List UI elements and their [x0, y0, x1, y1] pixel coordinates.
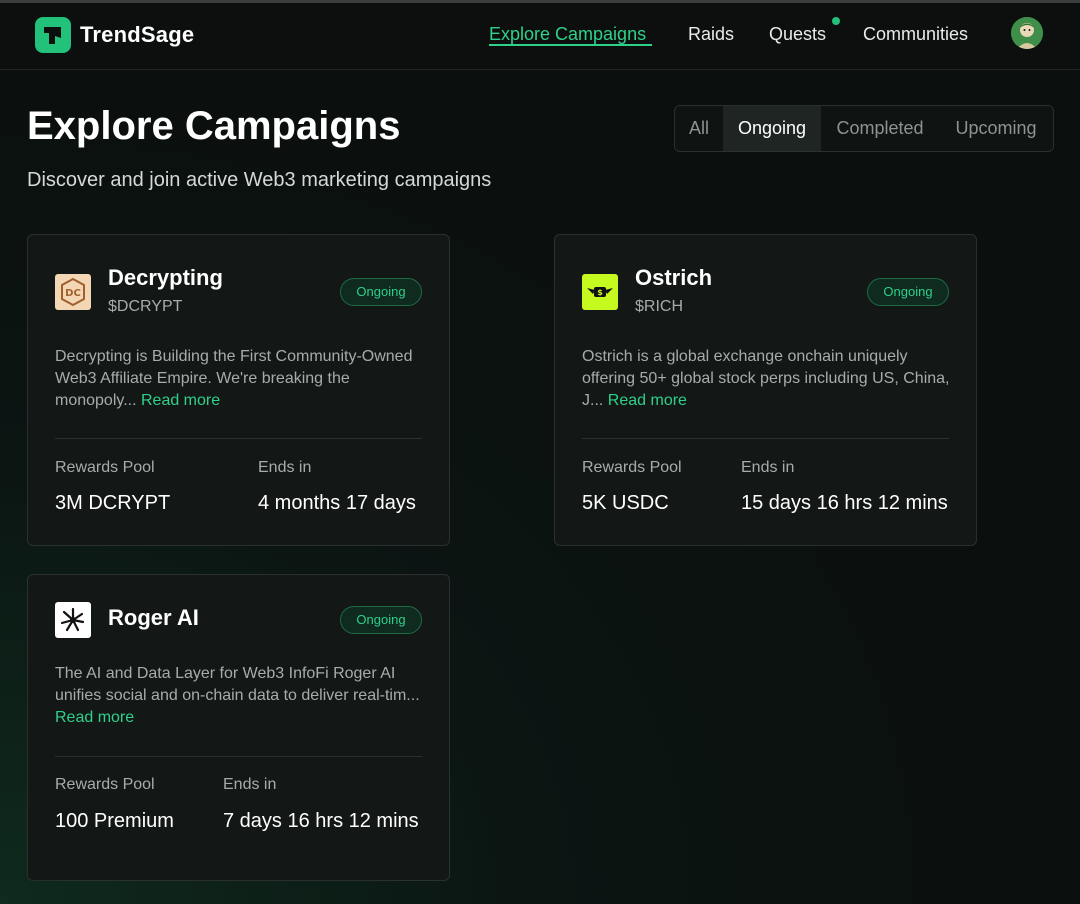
card-divider — [582, 438, 949, 439]
filter-completed[interactable]: Completed — [821, 106, 939, 151]
top-navbar: TrendSage Explore Campaigns Raids Quests… — [0, 3, 1080, 70]
campaign-ticker: $RICH — [635, 298, 684, 315]
page-title: Explore Campaigns — [27, 104, 401, 148]
campaign-description: The AI and Data Layer for Web3 InfoFi Ro… — [55, 663, 425, 729]
campaign-description: Decrypting is Building the First Communi… — [55, 346, 425, 412]
status-badge: Ongoing — [340, 606, 422, 634]
filter-upcoming[interactable]: Upcoming — [939, 106, 1053, 151]
filter-all[interactable]: All — [675, 106, 723, 151]
page-subtitle: Discover and join active Web3 marketing … — [27, 169, 492, 191]
nav-communities[interactable]: Communities — [863, 24, 968, 45]
brand-name[interactable]: TrendSage — [80, 22, 194, 48]
nav-explore-campaigns[interactable]: Explore Campaigns — [489, 24, 646, 45]
status-badge: Ongoing — [867, 278, 949, 306]
campaign-description: Ostrich is a global exchange onchain uni… — [582, 346, 952, 412]
decrypting-logo-icon: DC — [55, 274, 91, 310]
rewards-pool-label: Rewards Pool — [582, 459, 682, 476]
card-divider — [55, 756, 422, 757]
campaign-card-decrypting[interactable]: DC Decrypting $DCRYPT Ongoing Decrypting… — [27, 234, 450, 546]
campaign-ticker: $DCRYPT — [108, 298, 183, 315]
campaign-name: Ostrich — [635, 265, 713, 290]
filter-ongoing[interactable]: Ongoing — [723, 106, 821, 151]
rewards-pool-label: Rewards Pool — [55, 776, 155, 793]
ends-in-value: 4 months 17 days — [258, 492, 416, 514]
campaign-name: Decrypting — [108, 265, 223, 290]
ends-in-value: 15 days 16 hrs 12 mins — [741, 492, 948, 514]
read-more-link[interactable]: Read more — [141, 392, 220, 409]
description-text: The AI and Data Layer for Web3 InfoFi Ro… — [55, 665, 420, 704]
campaign-card-roger-ai[interactable]: Roger AI Ongoing The AI and Data Layer f… — [27, 574, 450, 881]
ends-in-label: Ends in — [258, 459, 312, 476]
nav-quests[interactable]: Quests — [769, 24, 826, 45]
status-filter-group: All Ongoing Completed Upcoming — [674, 105, 1054, 152]
rewards-pool-value: 5K USDC — [582, 492, 669, 514]
description-text: Decrypting is Building the First Communi… — [55, 348, 413, 409]
read-more-link[interactable]: Read more — [608, 392, 687, 409]
svg-text:DC: DC — [65, 288, 81, 299]
user-avatar[interactable] — [1011, 17, 1043, 49]
nav-active-underline — [489, 44, 652, 46]
read-more-link[interactable]: Read more — [55, 709, 134, 726]
roger-ai-logo-icon — [55, 602, 91, 638]
ends-in-label: Ends in — [223, 776, 277, 793]
rewards-pool-value: 100 Premium — [55, 810, 174, 832]
campaign-name: Roger AI — [108, 605, 199, 630]
svg-text:$: $ — [597, 288, 603, 297]
ends-in-value: 7 days 16 hrs 12 mins — [223, 810, 419, 832]
quests-notification-dot — [832, 17, 840, 25]
campaign-card-ostrich[interactable]: $ Ostrich $RICH Ongoing Ostrich is a glo… — [554, 234, 977, 546]
status-badge: Ongoing — [340, 278, 422, 306]
rewards-pool-label: Rewards Pool — [55, 459, 155, 476]
ends-in-label: Ends in — [741, 459, 795, 476]
trendsage-logo-icon[interactable] — [35, 17, 71, 53]
card-divider — [55, 438, 422, 439]
rewards-pool-value: 3M DCRYPT — [55, 492, 171, 514]
ostrich-logo-icon: $ — [582, 274, 618, 310]
nav-raids[interactable]: Raids — [688, 24, 734, 45]
